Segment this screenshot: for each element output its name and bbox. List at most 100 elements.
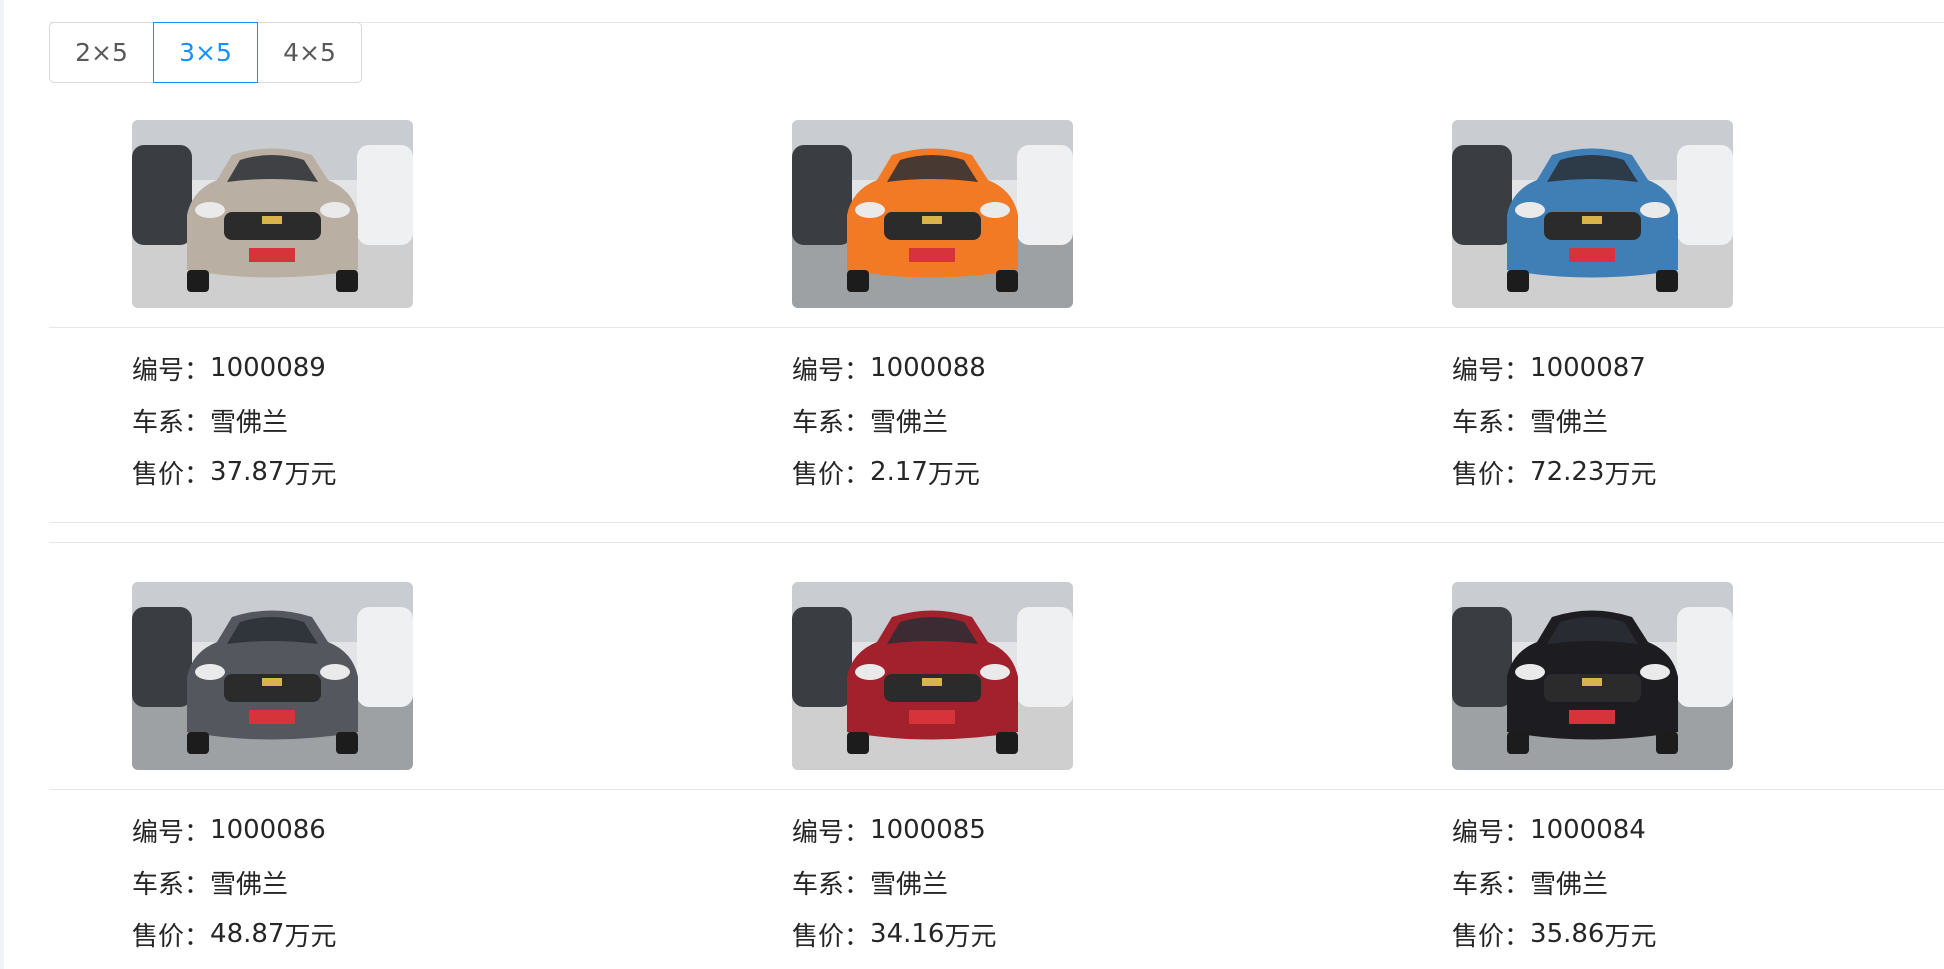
car-price: 售价： 48.87 万元: [132, 908, 692, 960]
colon: ：: [844, 459, 871, 490]
car-price-value: 35.86: [1530, 919, 1605, 949]
car-thumbnail[interactable]: [792, 582, 1073, 770]
layout-option-2x5[interactable]: 2×5: [49, 22, 154, 83]
car-price: 售价： 35.86 万元: [1452, 908, 1944, 960]
car-series-value: 雪佛兰: [210, 869, 289, 900]
car-price-label: 售价: [1452, 921, 1505, 952]
car-price-label: 售价: [132, 921, 185, 952]
colon: ：: [184, 407, 211, 438]
colon: ：: [1504, 355, 1531, 386]
car-photo: [792, 582, 1073, 770]
car-series-value: 雪佛兰: [1530, 407, 1609, 438]
car-id-value: 1000084: [1530, 815, 1646, 845]
car-info: 编号： 1000087 车系：雪佛兰 售价： 72.23 万元: [1452, 342, 1944, 498]
car-photo: [1452, 582, 1733, 770]
car-id-label: 编号: [1452, 355, 1505, 386]
car-thumbnail[interactable]: [132, 120, 413, 308]
car-info: 编号： 1000086 车系：雪佛兰 售价： 48.87 万元: [132, 804, 692, 960]
car-id: 编号： 1000089: [132, 342, 692, 394]
car-price-value: 48.87: [210, 919, 285, 949]
price-unit: 万元: [944, 921, 997, 952]
layout-option-3x5[interactable]: 3×5: [153, 22, 258, 83]
car-price-value: 34.16: [870, 919, 945, 949]
layout-option-4x5[interactable]: 4×5: [257, 22, 362, 83]
car-price-value: 2.17: [870, 457, 928, 487]
car-series-value: 雪佛兰: [210, 407, 289, 438]
car-id-value: 1000085: [870, 815, 986, 845]
car-series: 车系：雪佛兰: [132, 856, 692, 908]
car-info: 编号： 1000085 车系：雪佛兰 售价： 34.16 万元: [792, 804, 1352, 960]
car-list-page: 2×5 3×5 4×5 编号： 1000089 车系：雪佛兰 售价： 37.87 万元 编号…: [0, 0, 1944, 969]
row-2-image-divider: [49, 789, 1944, 790]
car-series-label: 车系: [132, 407, 185, 438]
car-thumbnail[interactable]: [792, 120, 1073, 308]
colon: ：: [1504, 921, 1531, 952]
row-1-bottom-divider: [49, 522, 1944, 523]
row-2-top-divider: [49, 542, 1944, 543]
colon: ：: [844, 921, 871, 952]
car-id-label: 编号: [792, 355, 845, 386]
car-price-value: 72.23: [1530, 457, 1605, 487]
car-series-value: 雪佛兰: [870, 407, 949, 438]
car-thumbnail[interactable]: [132, 582, 413, 770]
car-info: 编号： 1000084 车系：雪佛兰 售价： 35.86 万元: [1452, 804, 1944, 960]
colon: ：: [1504, 817, 1531, 848]
car-series-label: 车系: [792, 869, 845, 900]
car-price-label: 售价: [792, 921, 845, 952]
car-thumbnail[interactable]: [1452, 120, 1733, 308]
car-photo: [1452, 120, 1733, 308]
colon: ：: [844, 869, 871, 900]
grid-layout-switcher: 2×5 3×5 4×5: [49, 22, 362, 83]
car-id-value: 1000088: [870, 353, 986, 383]
car-photo: [792, 120, 1073, 308]
car-series-label: 车系: [792, 407, 845, 438]
car-id-label: 编号: [132, 817, 185, 848]
row-1-image-divider: [49, 327, 1944, 328]
car-id: 编号： 1000085: [792, 804, 1352, 856]
car-id: 编号： 1000087: [1452, 342, 1944, 394]
price-unit: 万元: [1604, 921, 1657, 952]
car-id: 编号： 1000088: [792, 342, 1352, 394]
car-id-label: 编号: [1452, 817, 1505, 848]
car-price: 售价： 34.16 万元: [792, 908, 1352, 960]
car-series-label: 车系: [1452, 869, 1505, 900]
car-id-label: 编号: [132, 355, 185, 386]
car-series: 车系：雪佛兰: [132, 394, 692, 446]
colon: ：: [844, 355, 871, 386]
car-series: 车系：雪佛兰: [792, 856, 1352, 908]
colon: ：: [844, 817, 871, 848]
colon: ：: [1504, 459, 1531, 490]
colon: ：: [184, 921, 211, 952]
price-unit: 万元: [284, 459, 337, 490]
price-unit: 万元: [927, 459, 980, 490]
car-series: 车系：雪佛兰: [792, 394, 1352, 446]
colon: ：: [184, 459, 211, 490]
car-price: 售价： 37.87 万元: [132, 446, 692, 498]
car-info: 编号： 1000089 车系：雪佛兰 售价： 37.87 万元: [132, 342, 692, 498]
car-id-value: 1000086: [210, 815, 326, 845]
car-series-label: 车系: [132, 869, 185, 900]
car-id-value: 1000087: [1530, 353, 1646, 383]
colon: ：: [184, 355, 211, 386]
colon: ：: [844, 407, 871, 438]
car-id: 编号： 1000084: [1452, 804, 1944, 856]
car-photo: [132, 120, 413, 308]
car-info: 编号： 1000088 车系：雪佛兰 售价： 2.17 万元: [792, 342, 1352, 498]
car-id-value: 1000089: [210, 353, 326, 383]
car-price-label: 售价: [132, 459, 185, 490]
price-unit: 万元: [1604, 459, 1657, 490]
car-series: 车系：雪佛兰: [1452, 394, 1944, 446]
car-thumbnail[interactable]: [1452, 582, 1733, 770]
car-id: 编号： 1000086: [132, 804, 692, 856]
colon: ：: [1504, 869, 1531, 900]
car-series-value: 雪佛兰: [1530, 869, 1609, 900]
left-edge-bar: [0, 0, 4, 969]
car-price-label: 售价: [792, 459, 845, 490]
colon: ：: [184, 817, 211, 848]
car-series: 车系：雪佛兰: [1452, 856, 1944, 908]
car-price: 售价： 2.17 万元: [792, 446, 1352, 498]
colon: ：: [184, 869, 211, 900]
car-series-label: 车系: [1452, 407, 1505, 438]
price-unit: 万元: [284, 921, 337, 952]
colon: ：: [1504, 407, 1531, 438]
